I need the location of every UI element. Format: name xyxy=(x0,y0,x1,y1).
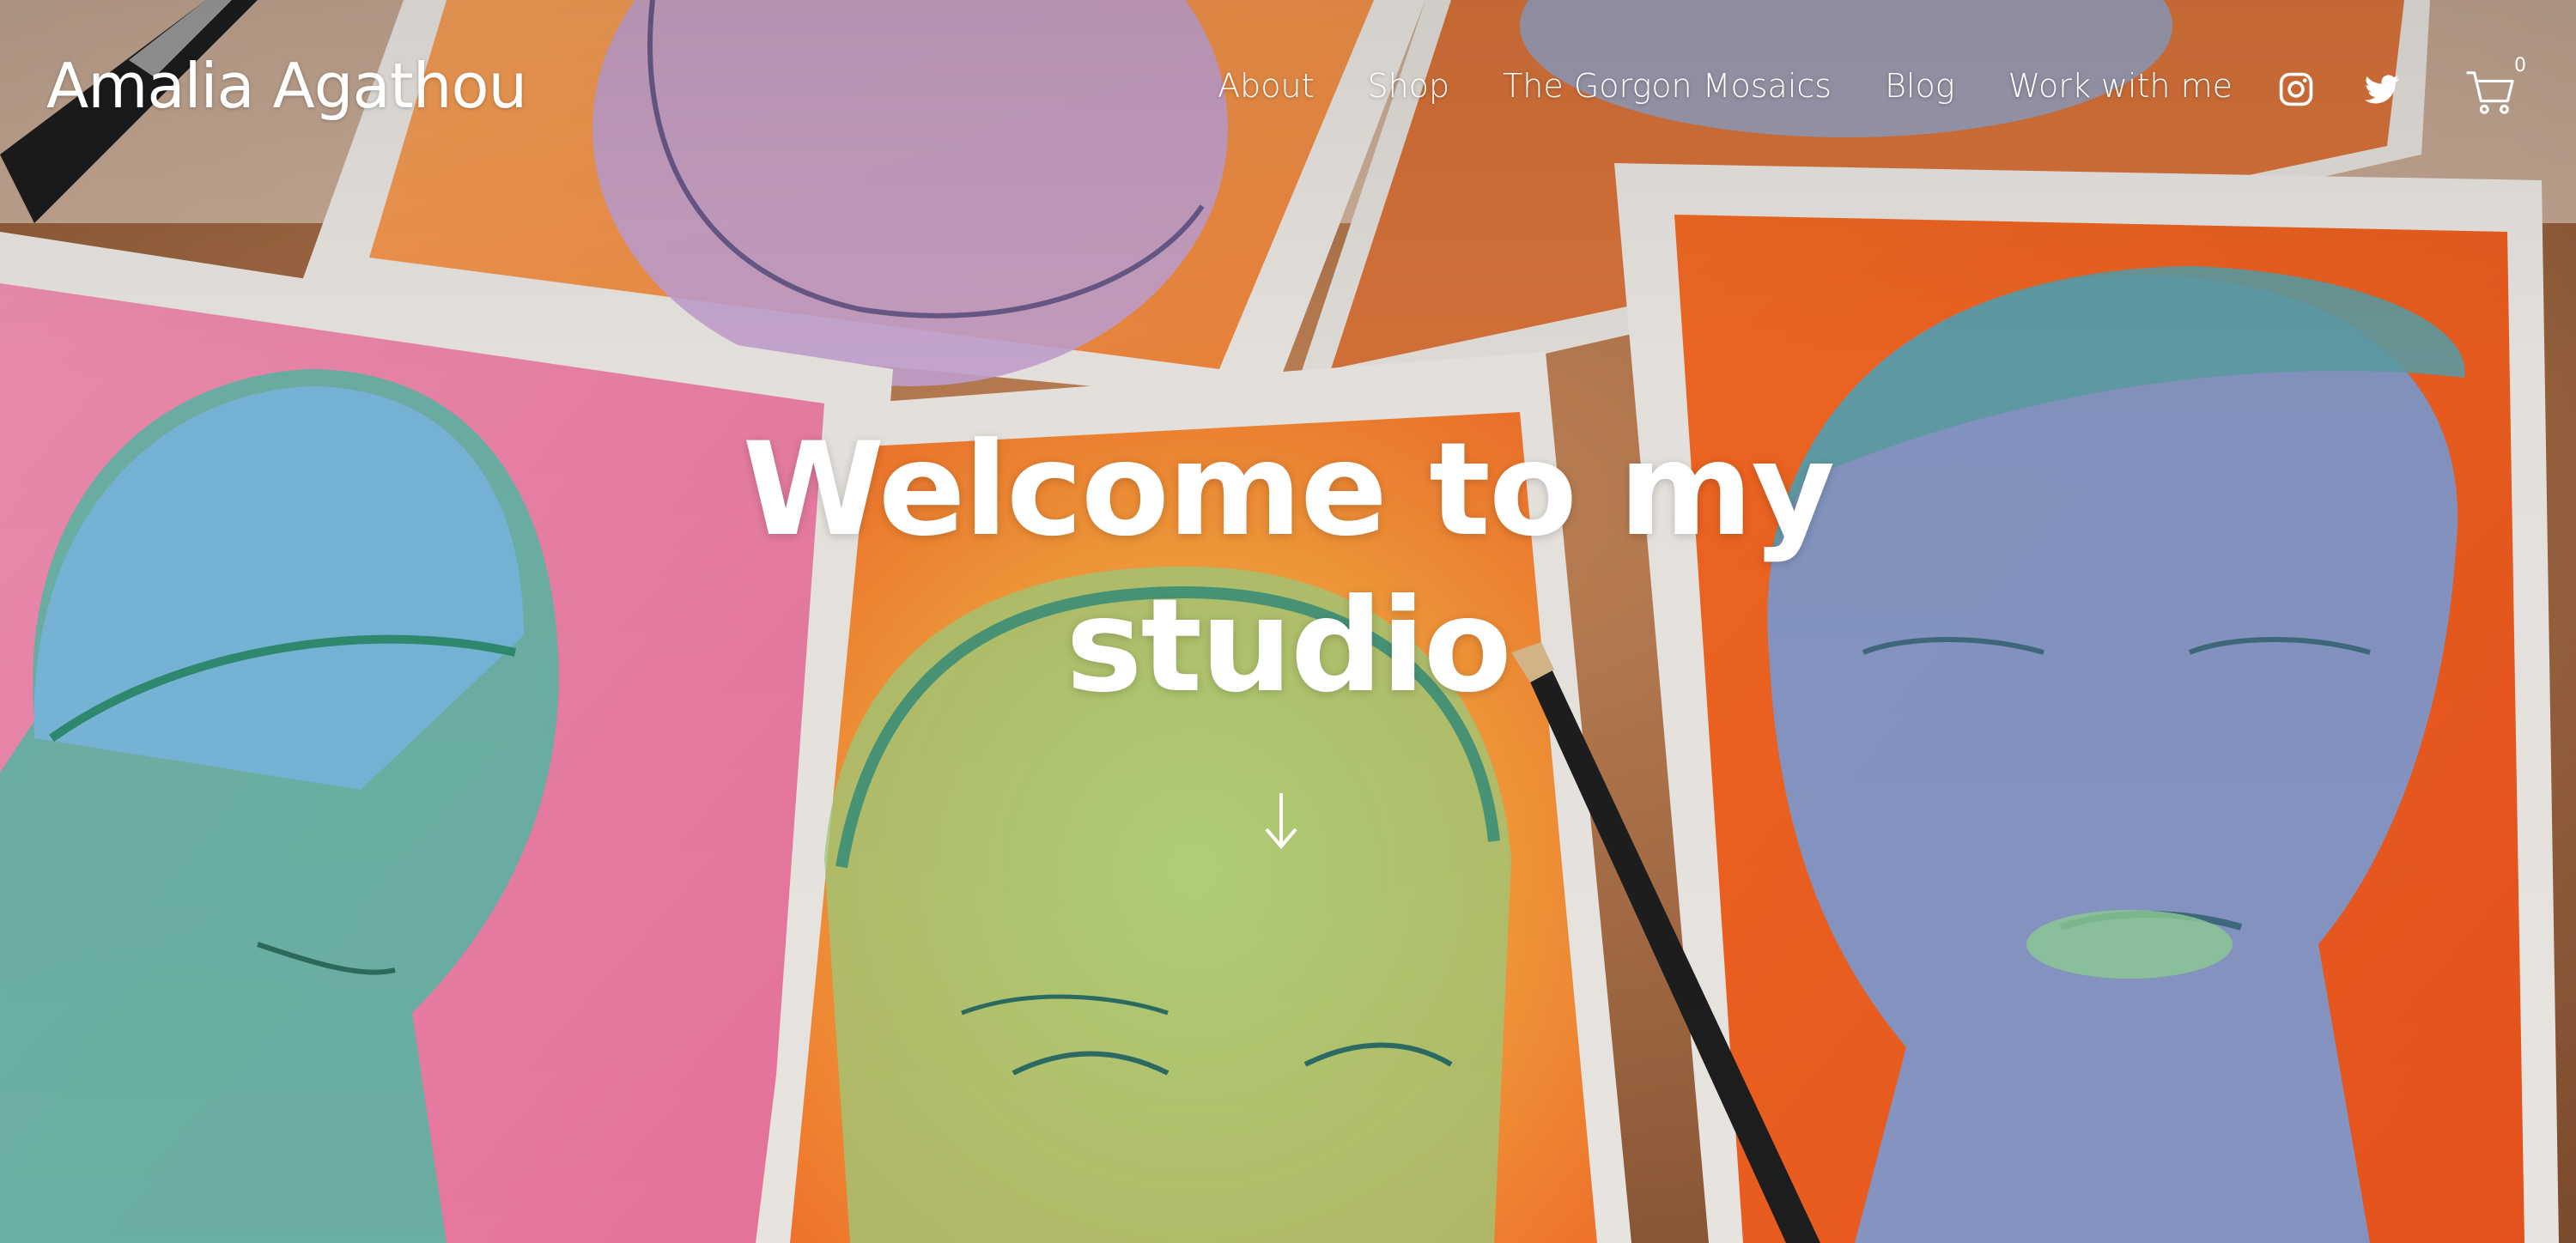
social-links xyxy=(2277,70,2401,108)
nav-item-about[interactable]: About xyxy=(1218,67,1314,105)
nav-item-gorgon-mosaics[interactable]: The Gorgon Mosaics xyxy=(1503,67,1832,105)
main-nav: About Shop The Gorgon Mosaics Blog Work … xyxy=(1218,67,2233,105)
twitter-icon xyxy=(2364,75,2400,104)
instagram-link[interactable] xyxy=(2277,70,2315,108)
hero-title: Welcome to my studio xyxy=(0,412,2576,725)
twitter-link[interactable] xyxy=(2363,70,2401,108)
nav-item-work-with-me[interactable]: Work with me xyxy=(2008,67,2233,105)
hero-title-line-2: studio xyxy=(1066,572,1512,721)
nav-item-shop[interactable]: Shop xyxy=(1368,67,1450,105)
instagram-icon xyxy=(2279,72,2313,106)
site-header: Amalia Agathou About Shop The Gorgon Mos… xyxy=(0,0,2576,180)
site-title-link[interactable]: Amalia Agathou xyxy=(46,50,527,122)
arrow-down-icon xyxy=(1265,793,1297,850)
cart-icon xyxy=(2466,71,2514,114)
hero-title-line-1: Welcome to my xyxy=(742,415,1836,565)
cart-button[interactable]: 0 xyxy=(2466,55,2526,117)
nav-item-blog[interactable]: Blog xyxy=(1885,67,1955,105)
hero-section: Amalia Agathou About Shop The Gorgon Mos… xyxy=(0,0,2576,1243)
scroll-down-button[interactable] xyxy=(1261,790,1301,852)
cart-count-badge: 0 xyxy=(2514,55,2526,76)
